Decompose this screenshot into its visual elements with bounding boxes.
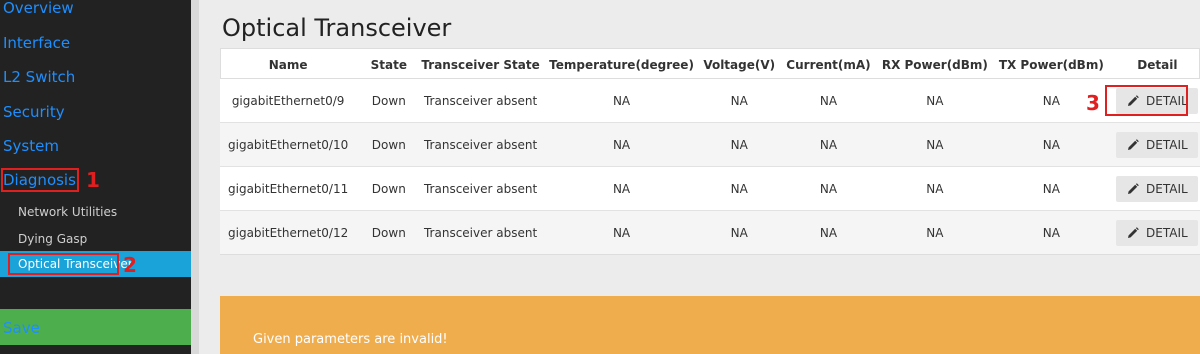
detail-button[interactable]: DETAIL: [1116, 219, 1199, 246]
cell-name: gigabitEthernet0/12: [220, 210, 357, 254]
cell-state: Down: [356, 166, 422, 211]
cell-voltage: NA: [703, 78, 776, 123]
pencil-icon: [1128, 226, 1139, 238]
table-row: gigabitEthernet0/11 Down Transceiver abs…: [220, 166, 1200, 211]
sidebar-item-security[interactable]: Security: [3, 102, 65, 122]
cell-rx-power: NA: [881, 78, 988, 123]
cell-rx-power: NA: [881, 166, 988, 211]
column-header-voltage: Voltage(V): [703, 52, 776, 79]
cell-tx-power: NA: [987, 122, 1115, 167]
sidebar-item-network-utilities[interactable]: Network Utilities: [18, 204, 117, 220]
page-title: Optical Transceiver: [222, 14, 452, 42]
cell-name: gigabitEthernet0/9: [220, 78, 357, 123]
column-header-tx-power: TX Power(dBm): [987, 52, 1115, 79]
sidebar: Overview Interface L2 Switch Security Sy…: [0, 0, 191, 354]
column-header-current: Current(mA): [775, 52, 882, 79]
cell-detail: DETAIL: [1114, 166, 1200, 211]
sidebar-item-dying-gasp[interactable]: Dying Gasp: [18, 231, 87, 247]
cell-voltage: NA: [703, 166, 776, 211]
annotation-box-detail: [1105, 85, 1188, 116]
cell-temperature: NA: [539, 122, 704, 167]
cell-transceiver-state: Transceiver absent: [421, 122, 540, 167]
content-gutter: [191, 0, 199, 354]
cell-name: gigabitEthernet0/10: [220, 122, 357, 167]
cell-state: Down: [356, 78, 422, 123]
sidebar-item-overview[interactable]: Overview: [3, 0, 74, 18]
detail-button[interactable]: DETAIL: [1116, 175, 1199, 202]
cell-temperature: NA: [539, 166, 704, 211]
column-header-detail: Detail: [1114, 52, 1200, 79]
cell-current: NA: [775, 122, 882, 167]
column-header-rx-power: RX Power(dBm): [881, 52, 988, 79]
cell-state: Down: [356, 210, 422, 254]
annotation-step-1: 1: [86, 168, 100, 192]
column-header-state: State: [356, 52, 422, 79]
table-header-row: Name State Transceiver State Temperature…: [220, 52, 1200, 79]
column-header-name: Name: [220, 52, 357, 79]
cell-state: Down: [356, 122, 422, 167]
save-button[interactable]: Save: [3, 318, 40, 338]
cell-voltage: NA: [703, 122, 776, 167]
alert-banner: Given parameters are invalid!: [220, 296, 1200, 354]
cell-transceiver-state: Transceiver absent: [421, 78, 540, 123]
pencil-icon: [1128, 138, 1139, 150]
cell-detail: DETAIL: [1114, 210, 1200, 254]
save-bar[interactable]: Save: [0, 309, 191, 345]
annotation-step-3: 3: [1086, 91, 1100, 115]
cell-rx-power: NA: [881, 210, 988, 254]
alert-message: Given parameters are invalid!: [253, 332, 448, 347]
cell-name: gigabitEthernet0/11: [220, 166, 357, 211]
cell-rx-power: NA: [881, 122, 988, 167]
table-row: gigabitEthernet0/9 Down Transceiver abse…: [220, 78, 1200, 123]
cell-tx-power: NA: [987, 166, 1115, 211]
table-row: gigabitEthernet0/10 Down Transceiver abs…: [220, 122, 1200, 167]
detail-button[interactable]: DETAIL: [1116, 131, 1199, 158]
cell-current: NA: [775, 166, 882, 211]
table-row: gigabitEthernet0/12 Down Transceiver abs…: [220, 210, 1200, 254]
sidebar-item-system[interactable]: System: [3, 136, 59, 156]
annotation-box-diagnosis: [1, 168, 79, 192]
detail-button-label: DETAIL: [1146, 181, 1188, 196]
pencil-icon: [1128, 182, 1139, 194]
transceiver-table: Name State Transceiver State Temperature…: [220, 52, 1200, 254]
sidebar-item-l2-switch[interactable]: L2 Switch: [3, 67, 75, 87]
sidebar-item-interface[interactable]: Interface: [3, 33, 70, 53]
column-header-transceiver-state: Transceiver State: [421, 52, 540, 79]
detail-button-label: DETAIL: [1146, 225, 1188, 240]
cell-transceiver-state: Transceiver absent: [421, 210, 540, 254]
column-header-temperature: Temperature(degree): [539, 52, 704, 79]
detail-button-label: DETAIL: [1146, 137, 1188, 152]
cell-current: NA: [775, 210, 882, 254]
annotation-box-optical-transceiver: [8, 253, 119, 275]
annotation-step-2: 2: [123, 253, 137, 277]
cell-detail: DETAIL: [1114, 122, 1200, 167]
cell-tx-power: NA: [987, 210, 1115, 254]
cell-voltage: NA: [703, 210, 776, 254]
cell-current: NA: [775, 78, 882, 123]
cell-temperature: NA: [539, 210, 704, 254]
cell-temperature: NA: [539, 78, 704, 123]
cell-transceiver-state: Transceiver absent: [421, 166, 540, 211]
